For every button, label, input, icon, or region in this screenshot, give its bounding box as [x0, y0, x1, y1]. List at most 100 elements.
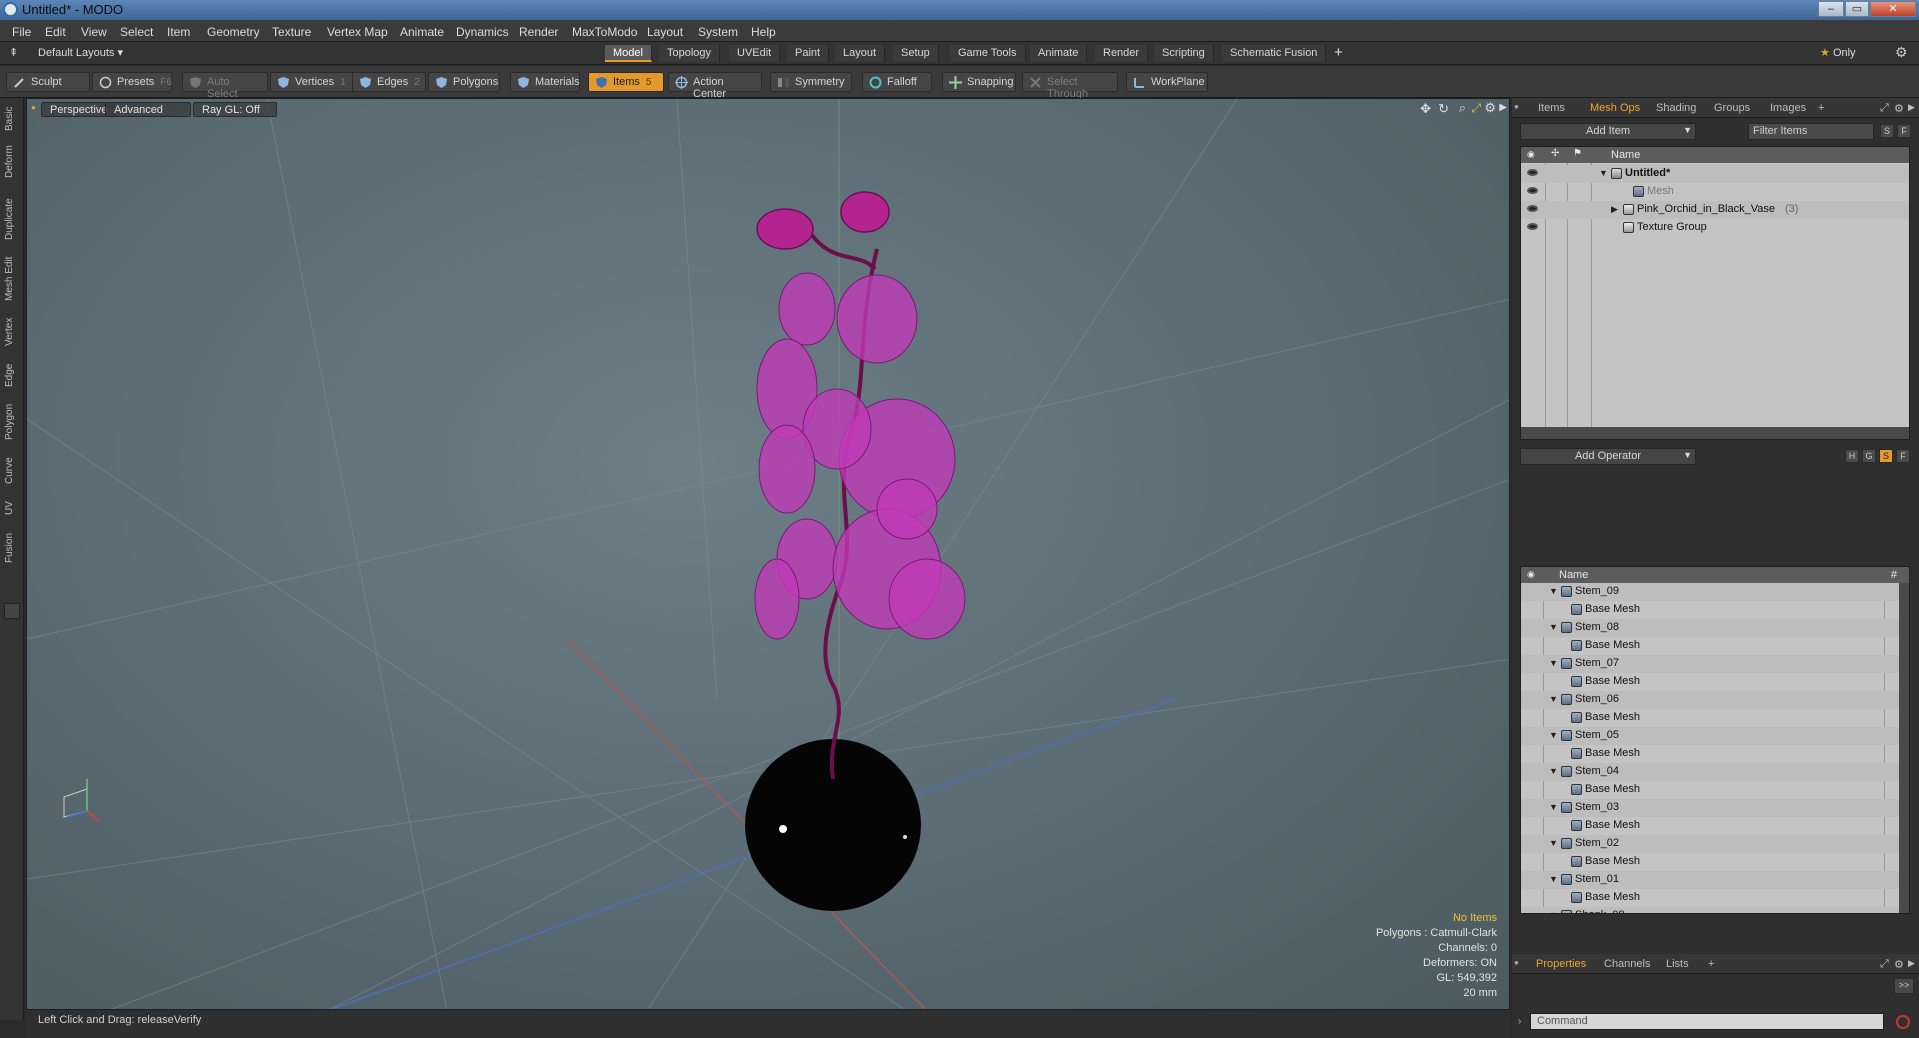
command-record-icon[interactable] [1896, 1015, 1910, 1029]
tab-animate[interactable]: Animate [1030, 45, 1088, 62]
expand-arrow-icon[interactable]: ▼ [1549, 730, 1558, 740]
meshops-row[interactable]: Base Mesh [1521, 745, 1909, 763]
snapping-button[interactable]: Snapping [942, 72, 1016, 92]
visibility-eye-icon[interactable] [1527, 187, 1538, 194]
auto-select-button[interactable]: Auto Select [182, 72, 268, 100]
add-props-tab-icon[interactable]: + [1702, 957, 1720, 971]
expand-arrow-icon[interactable]: ▼ [1599, 168, 1608, 178]
menu-vertex-map[interactable]: Vertex Map [327, 25, 388, 39]
meshops-row[interactable]: Base Mesh [1521, 601, 1909, 619]
tab-render[interactable]: Render [1095, 45, 1149, 62]
presets-button[interactable]: Presets F6 [92, 72, 172, 92]
meshops-g-button[interactable]: G [1862, 449, 1876, 463]
menu-geometry[interactable]: Geometry [207, 25, 260, 39]
meshops-row[interactable]: ▼ Stem_07 [1521, 655, 1909, 673]
tab-scripting[interactable]: Scripting [1154, 45, 1214, 62]
menu-maxtomodo[interactable]: MaxToModo [572, 25, 637, 39]
meshops-row[interactable]: Base Mesh [1521, 889, 1909, 907]
expand-arrow-icon[interactable]: ▼ [1549, 694, 1558, 704]
meshops-row[interactable]: ▼ Stem_02 [1521, 835, 1909, 853]
fit-icon[interactable]: ⤢ [1471, 101, 1481, 116]
tab-shading[interactable]: Shading [1650, 101, 1702, 115]
expand-arrow-icon[interactable]: ▼ [1549, 802, 1558, 812]
expand-arrow-icon[interactable]: ▼ [1549, 586, 1558, 596]
tab-images[interactable]: Images [1764, 101, 1812, 115]
meshops-row[interactable]: ▼ Stem_04 [1521, 763, 1909, 781]
filter-s-button[interactable]: S [1880, 124, 1894, 138]
meshops-row[interactable]: Base Mesh [1521, 817, 1909, 835]
expand-arrow-icon[interactable]: ▼ [1549, 874, 1558, 884]
tab-properties[interactable]: Properties [1530, 957, 1592, 971]
items-button[interactable]: Items 5 [588, 72, 664, 92]
layout-toggle-icon[interactable]: ⇞ [9, 46, 18, 59]
vtab-edge[interactable]: Edge [4, 360, 20, 390]
close-button[interactable]: ✕ [1870, 1, 1916, 17]
meshops-row[interactable]: Base Mesh [1521, 853, 1909, 871]
items-tree-scrollbar[interactable] [1521, 427, 1909, 439]
add-operator-dropdown[interactable]: Add Operator ▼ [1520, 448, 1696, 465]
tree-row-orchid[interactable]: ▶ Pink_Orchid_in_Black_Vase (3) [1521, 201, 1909, 219]
select-through-button[interactable]: Select Through [1022, 72, 1118, 100]
panel-dot-icon[interactable]: ● [1514, 102, 1519, 111]
meshops-row[interactable]: Base Mesh [1521, 637, 1909, 655]
tab-setup[interactable]: Setup [893, 45, 939, 62]
meshops-f-button[interactable]: F [1896, 449, 1910, 463]
viewport-mode-button[interactable]: Advanced [105, 102, 191, 117]
vtab-fusion[interactable]: Fusion [4, 528, 20, 568]
meshops-row[interactable]: Base Mesh [1521, 781, 1909, 799]
visibility-eye-icon[interactable] [1527, 169, 1538, 176]
meshops-row[interactable]: Base Mesh [1521, 709, 1909, 727]
3d-viewport[interactable]: ● Perspective Advanced Ray GL: Off ✥ ↻ ⌕… [26, 98, 1510, 1010]
vtab-vertex[interactable]: Vertex [4, 314, 20, 350]
vertices-button[interactable]: Vertices 1 [270, 72, 354, 92]
only-toggle[interactable]: ★ Only [1820, 46, 1856, 59]
strip-toggle-button[interactable] [4, 603, 20, 619]
menu-layout[interactable]: Layout [647, 25, 683, 39]
viewport-more-icon[interactable]: ▶ [1499, 102, 1507, 113]
tab-paint[interactable]: Paint [787, 45, 830, 62]
meshops-row[interactable]: ▼ Stem_06 [1521, 691, 1909, 709]
add-panel-tab-icon[interactable]: + [1812, 101, 1830, 115]
action-center-button[interactable]: Action Center [668, 72, 762, 100]
rotate-icon[interactable]: ↻ [1438, 101, 1449, 117]
meshops-scrollbar[interactable] [1899, 583, 1909, 913]
meshops-row[interactable]: Base Mesh [1521, 673, 1909, 691]
menu-edit[interactable]: Edit [45, 25, 66, 39]
collapse-arrow-icon[interactable]: ▶ [1611, 204, 1618, 215]
vtab-duplicate[interactable]: Duplicate [4, 194, 20, 244]
tab-layout[interactable]: Layout [835, 45, 886, 62]
menu-file[interactable]: File [12, 25, 31, 39]
expand-arrow-icon[interactable]: ▼ [1549, 766, 1558, 776]
vtab-polygon[interactable]: Polygon [4, 400, 20, 444]
expand-arrow-icon[interactable]: ▼ [1549, 658, 1558, 668]
add-tab-plus-icon[interactable]: + [1334, 44, 1343, 61]
viewport-view-button[interactable]: Perspective [41, 102, 115, 117]
tab-groups[interactable]: Groups [1708, 101, 1756, 115]
gear-icon[interactable]: ⚙ [1895, 44, 1908, 61]
menu-item[interactable]: Item [167, 25, 190, 39]
edges-button[interactable]: Edges 2 [352, 72, 426, 92]
tab-schematic-fusion[interactable]: Schematic Fusion [1222, 45, 1327, 62]
tab-items[interactable]: Items [1532, 101, 1571, 115]
tab-lists[interactable]: Lists [1660, 957, 1695, 971]
vtab-basic[interactable]: Basic [4, 104, 20, 134]
pan-icon[interactable]: ✥ [1420, 101, 1431, 117]
tab-model[interactable]: Model [605, 45, 652, 62]
command-input[interactable]: Command [1530, 1013, 1884, 1030]
vtab-curve[interactable]: Curve [4, 454, 20, 488]
menu-view[interactable]: View [81, 25, 107, 39]
symmetry-button[interactable]: Symmetry [770, 72, 852, 92]
visibility-eye-icon[interactable] [1527, 205, 1538, 212]
filter-f-button[interactable]: F [1897, 124, 1911, 138]
add-item-dropdown[interactable]: Add Item ▼ [1520, 123, 1696, 140]
raygl-button[interactable]: Ray GL: Off [193, 102, 277, 117]
filter-items-input[interactable]: Filter Items [1748, 123, 1874, 140]
vtab-deform[interactable]: Deform [4, 142, 20, 182]
polygons-button[interactable]: Polygons [428, 72, 500, 92]
materials-button[interactable]: Materials [510, 72, 580, 92]
menu-dynamics[interactable]: Dynamics [456, 25, 509, 39]
menu-help[interactable]: Help [751, 25, 776, 39]
maximize-button[interactable]: ▭ [1845, 1, 1869, 17]
minimize-button[interactable]: – [1818, 1, 1844, 17]
vtab-mesh-edit[interactable]: Mesh Edit [4, 254, 20, 304]
